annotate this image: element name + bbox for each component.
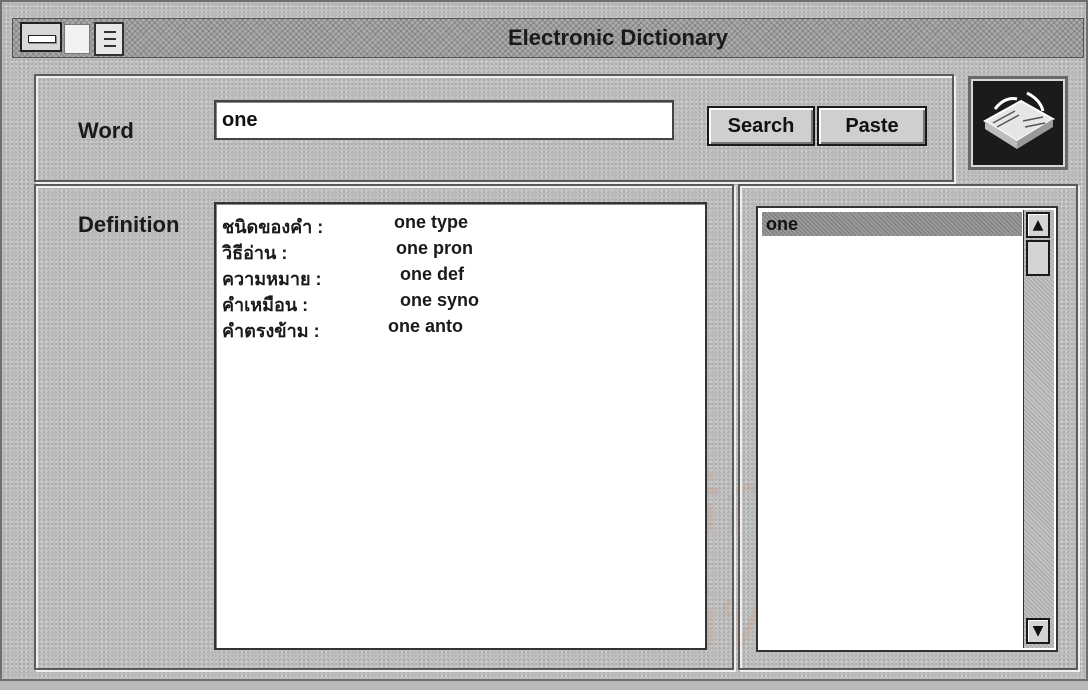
- document-icon[interactable]: [94, 22, 124, 56]
- definition-value: one anto: [388, 316, 463, 336]
- word-label: Word: [78, 118, 134, 143]
- definition-value: one type: [394, 212, 469, 232]
- definition-value: one pron: [396, 238, 473, 258]
- arrow-up-icon[interactable]: ▲: [1026, 212, 1050, 238]
- definition-textbox[interactable]: ชนิดของคำ : one type วิธีอ่าน : one pron…: [214, 202, 707, 650]
- list-item[interactable]: one: [762, 212, 1022, 236]
- definition-key: คำตรงข้าม :: [222, 321, 320, 341]
- title-bar[interactable]: Electronic Dictionary: [12, 18, 1084, 58]
- open-book-icon: [968, 76, 1068, 170]
- dictionary-window: ถาบันวิทยบริการ ลงกรณ์มหาวิทยาลัย Electr…: [0, 0, 1088, 681]
- definition-key: ความหมาย :: [222, 269, 322, 289]
- word-input[interactable]: [214, 100, 674, 140]
- definition-value: one def: [400, 264, 465, 284]
- scrollbar-thumb[interactable]: [1026, 240, 1050, 276]
- search-button[interactable]: Search: [707, 106, 815, 146]
- window-icon[interactable]: [64, 24, 90, 54]
- paste-button[interactable]: Paste: [817, 106, 927, 146]
- system-menu-icon[interactable]: [20, 22, 62, 52]
- definition-key: ชนิดของคำ :: [222, 217, 324, 237]
- vertical-scrollbar[interactable]: ▲ ▼: [1023, 210, 1054, 648]
- definition-key: คำเหมือน :: [222, 295, 309, 315]
- definition-value: one syno: [400, 290, 480, 310]
- word-listbox[interactable]: one ▲ ▼: [756, 206, 1058, 652]
- arrow-down-icon[interactable]: ▼: [1026, 618, 1050, 644]
- definition-label: Definition: [78, 212, 180, 237]
- window-title: Electronic Dictionary: [507, 25, 729, 50]
- definition-key: วิธีอ่าน :: [222, 243, 288, 263]
